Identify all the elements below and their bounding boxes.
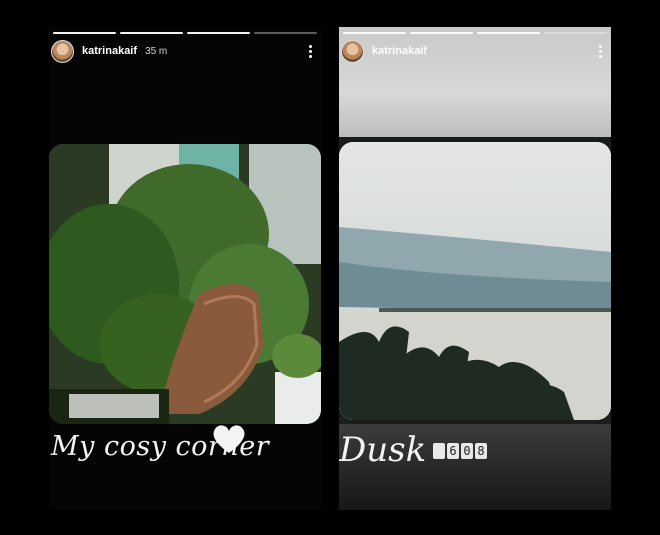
- progress-segment: [254, 32, 317, 34]
- story-header: katrinakaif 36 m: [339, 39, 611, 63]
- story-photo-beach: [339, 142, 611, 420]
- progress-segment: [53, 32, 116, 34]
- story-photo-garden: [49, 144, 321, 424]
- progress-segment: [120, 32, 183, 34]
- story-header: katrinakaif 35 m: [49, 39, 321, 63]
- progress-segment: [544, 32, 607, 34]
- time-digit: 8: [475, 443, 487, 459]
- avatar[interactable]: [341, 39, 364, 63]
- story-progress-bar: [53, 32, 317, 34]
- progress-segment: [187, 32, 250, 34]
- story-progress-bar: [343, 32, 607, 34]
- progress-segment: [477, 32, 540, 34]
- post-time: 36 m: [435, 45, 458, 57]
- story-panel-right[interactable]: katrinakaif 36 m Dusk 6 0 8: [339, 27, 611, 510]
- story-panel-left[interactable]: katrinakaif 35 m My cosy corner: [49, 27, 321, 510]
- username[interactable]: katrinakaif: [82, 45, 137, 57]
- progress-segment: [343, 32, 406, 34]
- story-caption: Dusk: [339, 430, 427, 470]
- avatar[interactable]: [51, 39, 74, 63]
- username[interactable]: katrinakaif: [372, 45, 427, 57]
- post-time: 35 m: [145, 45, 168, 57]
- heart-icon: [213, 425, 245, 453]
- time-digit: 0: [461, 443, 473, 459]
- more-options-icon[interactable]: [305, 44, 315, 58]
- time-sticker: 6 0 8: [433, 443, 487, 459]
- time-digit: [433, 443, 445, 459]
- more-options-icon[interactable]: [595, 44, 605, 58]
- progress-segment: [410, 32, 473, 34]
- time-digit: 6: [447, 443, 459, 459]
